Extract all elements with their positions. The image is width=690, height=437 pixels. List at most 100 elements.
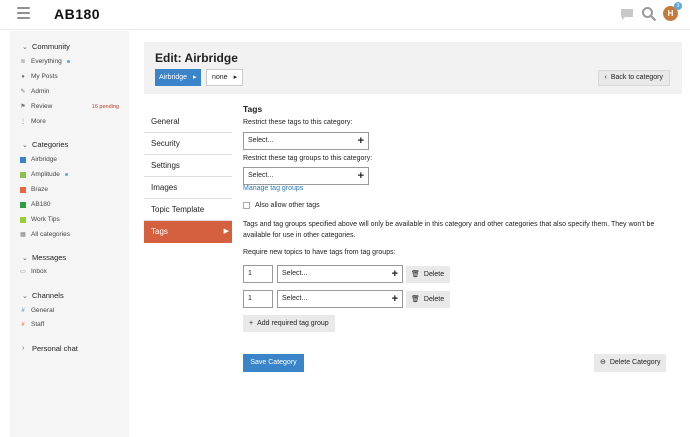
allow-other-tags-checkbox[interactable] bbox=[243, 202, 250, 209]
section-title: Categories bbox=[32, 140, 69, 149]
caret-right-icon: ▸ bbox=[193, 74, 197, 81]
hamburger-menu-icon[interactable] bbox=[17, 7, 30, 19]
tab-topic-template[interactable]: Topic Template bbox=[144, 199, 232, 221]
search-icon[interactable] bbox=[641, 6, 657, 22]
button-label: Delete Category bbox=[609, 359, 661, 366]
delete-circle-icon: ⊖ bbox=[600, 359, 606, 366]
section-title: Community bbox=[32, 42, 70, 51]
delete-category-button[interactable]: ⊖ Delete Category bbox=[594, 354, 667, 372]
breadcrumb-label: Airbridge bbox=[159, 74, 188, 81]
page-title: Edit: Airbridge bbox=[155, 51, 238, 65]
tab-settings[interactable]: Settings bbox=[144, 155, 232, 177]
tab-general[interactable]: General bbox=[144, 111, 232, 133]
tab-security[interactable]: Security bbox=[144, 133, 232, 155]
section-title: Messages bbox=[32, 253, 67, 262]
sidebar-item-label: Staff bbox=[31, 321, 45, 328]
panel-heading: Tags bbox=[243, 104, 263, 114]
sidebar-item-general-channel[interactable]: # General bbox=[20, 307, 125, 314]
hash-lock-icon: # bbox=[21, 321, 25, 328]
sidebar-section-messages[interactable]: ⌄ Messages bbox=[22, 253, 66, 262]
more-icon: ⋮ bbox=[20, 118, 26, 125]
wrench-icon: ✎ bbox=[20, 88, 26, 95]
sidebar-item-inbox[interactable]: ▭ Inbox bbox=[20, 268, 125, 275]
caret-right-icon: ▸ bbox=[233, 74, 238, 81]
sidebar-item-more[interactable]: ⋮ More bbox=[20, 118, 125, 125]
restrict-groups-select[interactable]: Select... + bbox=[243, 167, 369, 185]
chat-icon[interactable] bbox=[619, 6, 635, 22]
sidebar-item-label: Review bbox=[31, 103, 53, 110]
section-title: Channels bbox=[32, 291, 64, 300]
sidebar-item-label: Airbridge bbox=[31, 156, 58, 163]
sidebar-item-review[interactable]: ⚑ Review 16 pending bbox=[20, 103, 125, 110]
button-label: Delete bbox=[423, 296, 445, 303]
back-to-category-button[interactable]: ‹ Back to category bbox=[597, 70, 670, 86]
tab-tags[interactable]: Tags ▶ bbox=[144, 221, 232, 243]
sidebar-item-staff-channel[interactable]: # Staff bbox=[20, 321, 125, 328]
save-category-button[interactable]: Save Category bbox=[243, 354, 304, 372]
chevron-left-icon: ‹ bbox=[604, 74, 607, 81]
sidebar-item-braze[interactable]: Braze bbox=[20, 186, 125, 193]
plus-icon: + bbox=[391, 268, 398, 280]
hash-icon: # bbox=[21, 307, 25, 314]
trash-icon: 🗑 bbox=[411, 296, 420, 303]
required-count-input[interactable]: 1 bbox=[243, 290, 273, 308]
sidebar-item-label: AB180 bbox=[31, 201, 51, 208]
sidebar-item-everything[interactable]: ≋ Everything bbox=[20, 58, 125, 65]
sidebar-section-community[interactable]: ⌄ Community bbox=[22, 42, 70, 51]
sidebar-item-label: Amplitude bbox=[31, 171, 60, 178]
sidebar-item-all-categories[interactable]: ▦ All categories bbox=[20, 231, 125, 238]
plus-icon: + bbox=[391, 293, 398, 305]
trash-icon: 🗑 bbox=[411, 271, 420, 278]
required-group-select[interactable]: Select... + bbox=[277, 290, 403, 308]
category-breadcrumb-dropdown[interactable]: Airbridge ▸ bbox=[155, 69, 201, 86]
subcategory-breadcrumb-dropdown[interactable]: none ▸ bbox=[206, 69, 244, 86]
delete-required-group-button[interactable]: 🗑 Delete bbox=[406, 291, 450, 308]
flag-icon: ⚑ bbox=[20, 103, 26, 110]
add-required-tag-group-button[interactable]: + Add required tag group bbox=[243, 315, 335, 332]
sidebar-item-ab180[interactable]: AB180 bbox=[20, 201, 125, 208]
sidebar-section-channels[interactable]: ⌄ Channels bbox=[22, 291, 64, 300]
sidebar-item-label: Everything bbox=[31, 58, 62, 65]
grid-icon: ▦ bbox=[20, 231, 26, 238]
checkbox-label: Also allow other tags bbox=[255, 202, 320, 209]
sidebar-item-airbridge[interactable]: Airbridge bbox=[20, 156, 125, 163]
delete-required-group-button[interactable]: 🗑 Delete bbox=[406, 266, 450, 283]
user-icon: ● bbox=[21, 73, 25, 80]
plus-icon: + bbox=[249, 320, 254, 327]
select-placeholder: Select... bbox=[282, 270, 308, 277]
allow-other-tags-option[interactable]: Also allow other tags bbox=[243, 202, 320, 209]
sidebar: ⌄ Community ≋ Everything ● My Posts ✎ Ad… bbox=[10, 31, 129, 437]
manage-tag-groups-link[interactable]: Manage tag groups bbox=[243, 185, 303, 192]
button-label: Back to category bbox=[610, 74, 663, 81]
sidebar-item-admin[interactable]: ✎ Admin bbox=[20, 88, 125, 95]
sidebar-item-label: Admin bbox=[31, 88, 50, 95]
sidebar-section-categories[interactable]: ⌄ Categories bbox=[22, 140, 68, 149]
sidebar-item-label: Work Tips bbox=[31, 216, 60, 223]
site-logo[interactable]: AB180 bbox=[54, 6, 100, 22]
restrict-groups-label: Restrict these tag groups to this catego… bbox=[243, 155, 373, 162]
inbox-icon: ▭ bbox=[20, 268, 26, 275]
chevron-down-icon: ⌄ bbox=[22, 141, 28, 149]
button-label: Add required tag group bbox=[257, 320, 329, 327]
require-groups-label: Require new topics to have tags from tag… bbox=[243, 249, 396, 256]
sidebar-item-amplitude[interactable]: Amplitude bbox=[20, 171, 125, 178]
breadcrumb-label: none bbox=[212, 74, 228, 81]
sidebar-item-work-tips[interactable]: Work Tips bbox=[20, 216, 125, 223]
restrict-tags-label: Restrict these tags to this category: bbox=[243, 119, 353, 126]
category-color-swatch bbox=[20, 216, 26, 223]
required-count-input[interactable]: 1 bbox=[243, 265, 273, 283]
sidebar-section-personal-chat[interactable]: › Personal chat bbox=[22, 344, 78, 353]
sidebar-item-my-posts[interactable]: ● My Posts bbox=[20, 73, 125, 80]
unread-dot bbox=[64, 173, 68, 176]
required-group-select[interactable]: Select... + bbox=[277, 265, 403, 283]
select-placeholder: Select... bbox=[248, 172, 274, 179]
plus-icon: + bbox=[357, 170, 364, 182]
category-color-swatch bbox=[20, 156, 26, 163]
restrict-tags-select[interactable]: Select... + bbox=[243, 132, 369, 150]
unread-dot bbox=[66, 60, 70, 63]
layers-icon: ≋ bbox=[20, 58, 26, 65]
tab-images[interactable]: Images bbox=[144, 177, 232, 199]
edit-category-header: Edit: Airbridge Airbridge ▸ none ▸ ‹ Bac… bbox=[144, 42, 682, 94]
select-placeholder: Select... bbox=[248, 137, 274, 144]
pending-count: 16 pending bbox=[91, 103, 119, 110]
